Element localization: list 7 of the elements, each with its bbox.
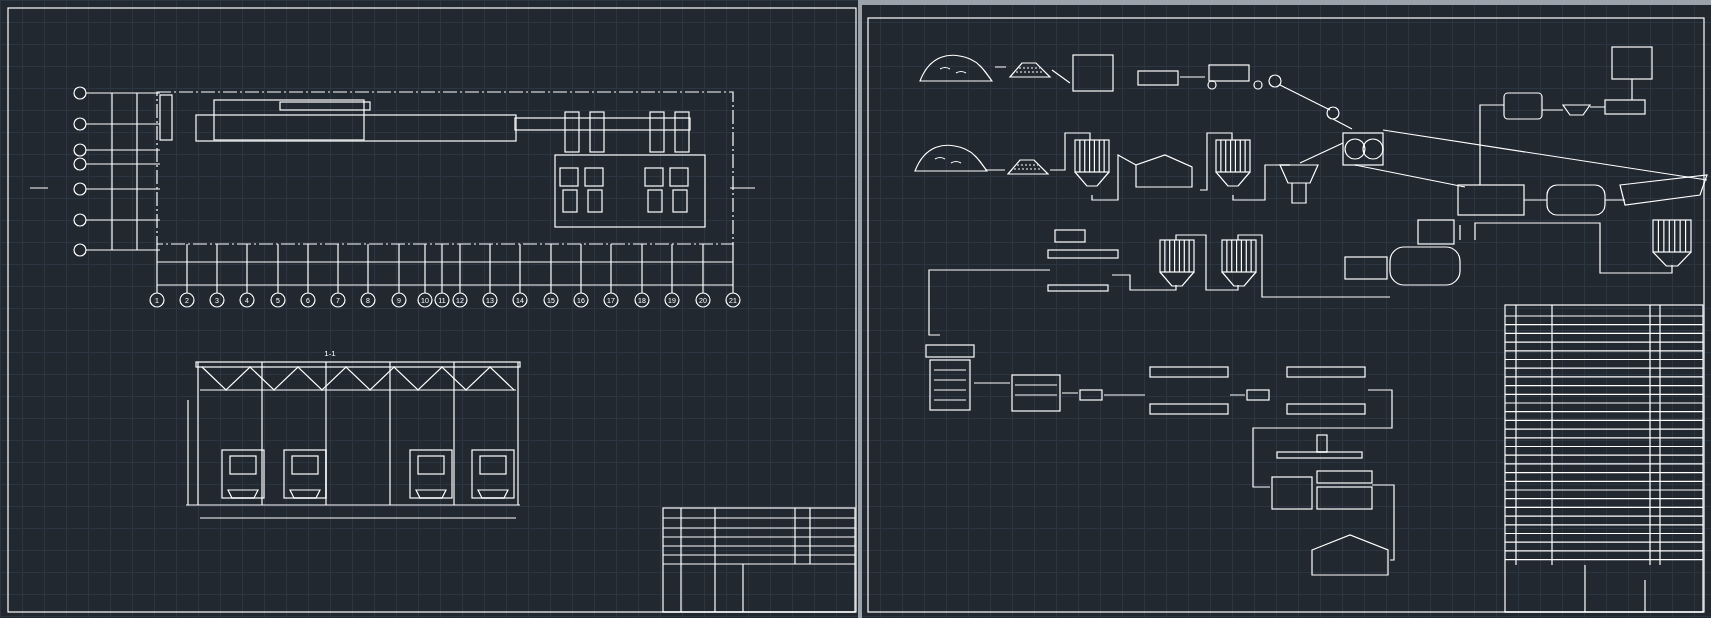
silo-drawing — [1074, 139, 1110, 187]
section-label: 1-1 — [324, 349, 336, 358]
silo-drawing — [1221, 239, 1257, 287]
silo-drawing — [1159, 239, 1195, 287]
gravel-heap-drawing — [1008, 62, 1052, 78]
gravel-heap-drawing — [1006, 159, 1050, 175]
silo-drawing — [1215, 139, 1251, 187]
